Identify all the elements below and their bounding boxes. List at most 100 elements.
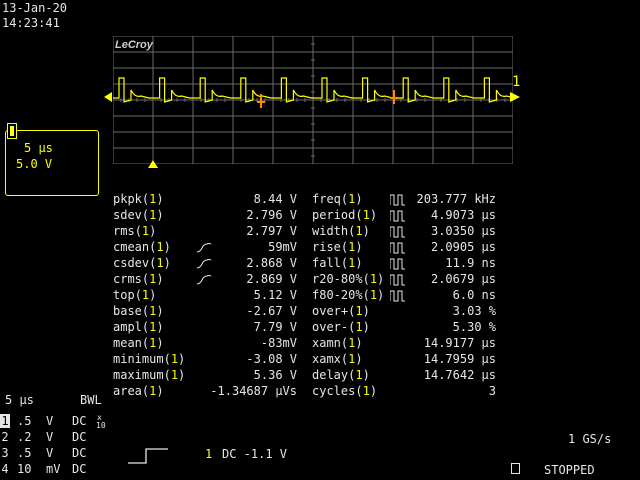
measurement-value: 3.03 %	[452, 304, 496, 318]
measurement-channel: 1	[355, 304, 363, 318]
measurement-value: 11.9 ns	[445, 256, 496, 270]
measurement-label: f80-20%(1)	[312, 288, 385, 302]
measurement-param: r20-80%	[312, 272, 363, 286]
channel-number: 2	[1, 430, 9, 444]
channel-vdiv: .5	[17, 414, 32, 428]
measurement-value: 3.0350 μs	[430, 224, 496, 238]
measurement-channel: 1	[355, 368, 363, 382]
channel-vdiv: .2	[17, 430, 32, 444]
trace-label-1: 1	[512, 74, 521, 90]
measurement-channel: 1	[355, 224, 363, 238]
measurement-label: period(1)	[312, 208, 378, 222]
measurement-value: 14.9177 μs	[423, 336, 496, 350]
measurement-label: xamn(1)	[312, 336, 363, 350]
channel-unit: mV	[46, 462, 61, 476]
right-measurement-row[interactable]: xamx(1) 14.7959 μs	[0, 352, 640, 368]
measurement-label: width(1)	[312, 224, 370, 238]
bandwidth-limit-indicator: BWL	[80, 393, 102, 407]
measurement-param: width	[312, 224, 349, 238]
channel-3-setting[interactable]: 3 .5 V DC	[0, 446, 130, 462]
trigger-position-icon	[148, 160, 158, 168]
measurement-value: 14.7642 μs	[423, 368, 496, 382]
right-measurement-row[interactable]: over-(1) 5.30 %	[0, 320, 640, 336]
channel-1-badge	[7, 123, 17, 139]
timebase-setting[interactable]: 5 μs	[5, 392, 34, 408]
measurement-label: over-(1)	[312, 320, 370, 334]
measurement-channel: 1	[355, 320, 363, 334]
measurement-param: delay	[312, 368, 349, 382]
measurement-param: period	[312, 208, 356, 222]
right-measurement-row[interactable]: fall(1) 11.9 ns	[0, 256, 640, 272]
measurement-value: 5.30 %	[452, 320, 496, 334]
right-measurement-row[interactable]: xamn(1) 14.9177 μs	[0, 336, 640, 352]
stop-indicator-icon	[511, 463, 520, 474]
probe-atten-bottom: 10	[96, 421, 106, 430]
sample-rate: 1 GS/s	[568, 432, 612, 446]
trace-volts-div: 5.0 V	[16, 157, 53, 171]
measurement-value: 4.9073 μs	[430, 208, 496, 222]
channel-2-setting[interactable]: 2 .2 V DC	[0, 430, 130, 446]
cursor-marker-2[interactable]	[390, 90, 398, 104]
trigger-config[interactable]: DC -1.1 V	[222, 446, 287, 462]
time-display: 14:23:41	[2, 16, 60, 30]
measurement-param: xamn	[312, 336, 341, 350]
measurement-value: 6.0 ns	[452, 288, 496, 302]
measurement-value: 2.0905 μs	[430, 240, 496, 254]
measurement-value: 2.0679 μs	[430, 272, 496, 286]
trigger-edge-icon	[128, 448, 168, 464]
right-measurement-row[interactable]: width(1) 3.0350 μs	[0, 224, 640, 240]
channel-unit: V	[46, 414, 54, 428]
measurement-label: xamx(1)	[312, 352, 363, 366]
ground-level-icon	[104, 92, 112, 102]
lecroy-logo: LeCroy	[115, 39, 154, 51]
right-measurement-row[interactable]: r20-80%(1) 2.0679 μs	[0, 272, 640, 288]
measurement-label: r20-80%(1)	[312, 272, 385, 286]
channel-vdiv: .5	[17, 446, 32, 460]
measurement-channel: 1	[362, 384, 370, 398]
measurement-value: 203.777 kHz	[416, 192, 496, 206]
measurement-channel: 1	[369, 272, 378, 286]
channel-1-setting[interactable]: 1.5 V DC x 10	[0, 414, 130, 430]
right-measurement-row[interactable]: delay(1) 14.7642 μs	[0, 368, 640, 384]
right-measurement-row[interactable]: freq(1) 203.777 kHz	[0, 192, 640, 208]
channel-coupling: DC	[72, 446, 87, 460]
measurement-param: over-	[312, 320, 349, 334]
measurement-param: cycles	[312, 384, 356, 398]
measurement-param: f80-20%	[312, 288, 363, 302]
measurement-param: over+	[312, 304, 349, 318]
measurement-channel: 1	[362, 208, 370, 222]
measurement-param: fall	[312, 256, 341, 270]
measurement-label: rise(1)	[312, 240, 363, 254]
channel-unit: V	[46, 430, 54, 444]
right-measurement-row[interactable]: f80-20%(1) 6.0 ns	[0, 288, 640, 304]
date-display: 13-Jan-20	[2, 1, 68, 15]
measurement-label: over+(1)	[312, 304, 370, 318]
measurement-param: freq	[312, 192, 341, 206]
measurement-label: cycles(1)	[312, 384, 378, 398]
measurement-label: freq(1)	[312, 192, 363, 206]
channel-number: 3	[1, 446, 9, 460]
waveform-grid[interactable]: LeCroy	[113, 36, 513, 164]
channel-coupling: DC	[72, 414, 87, 428]
trigger-channel[interactable]: 1	[205, 446, 212, 462]
right-measurement-row[interactable]: rise(1) 2.0905 μs	[0, 240, 640, 256]
measurement-channel: 1	[369, 288, 378, 302]
measurement-label: delay(1)	[312, 368, 370, 382]
channel-number: 4	[1, 462, 9, 476]
measurement-param: rise	[312, 240, 341, 254]
channel-number: 1	[0, 414, 10, 428]
measurement-label: fall(1)	[312, 256, 363, 270]
measurement-value: 14.7959 μs	[423, 352, 496, 366]
channel-coupling: DC	[72, 430, 87, 444]
channel-4-setting[interactable]: 4 10 mV DC	[0, 462, 130, 478]
channel-coupling: DC	[72, 462, 87, 476]
trace-arrow-right-icon	[510, 92, 520, 102]
channel-unit: V	[46, 446, 54, 460]
trace-timebase: 5 μs	[24, 141, 53, 155]
channel-vdiv: 10	[17, 462, 32, 476]
right-measurement-row[interactable]: period(1) 4.9073 μs	[0, 208, 640, 224]
measurement-param: xamx	[312, 352, 341, 366]
right-measurement-row[interactable]: over+(1) 3.03 %	[0, 304, 640, 320]
measurement-value: 3	[488, 384, 496, 398]
acquisition-status: STOPPED	[544, 463, 595, 477]
